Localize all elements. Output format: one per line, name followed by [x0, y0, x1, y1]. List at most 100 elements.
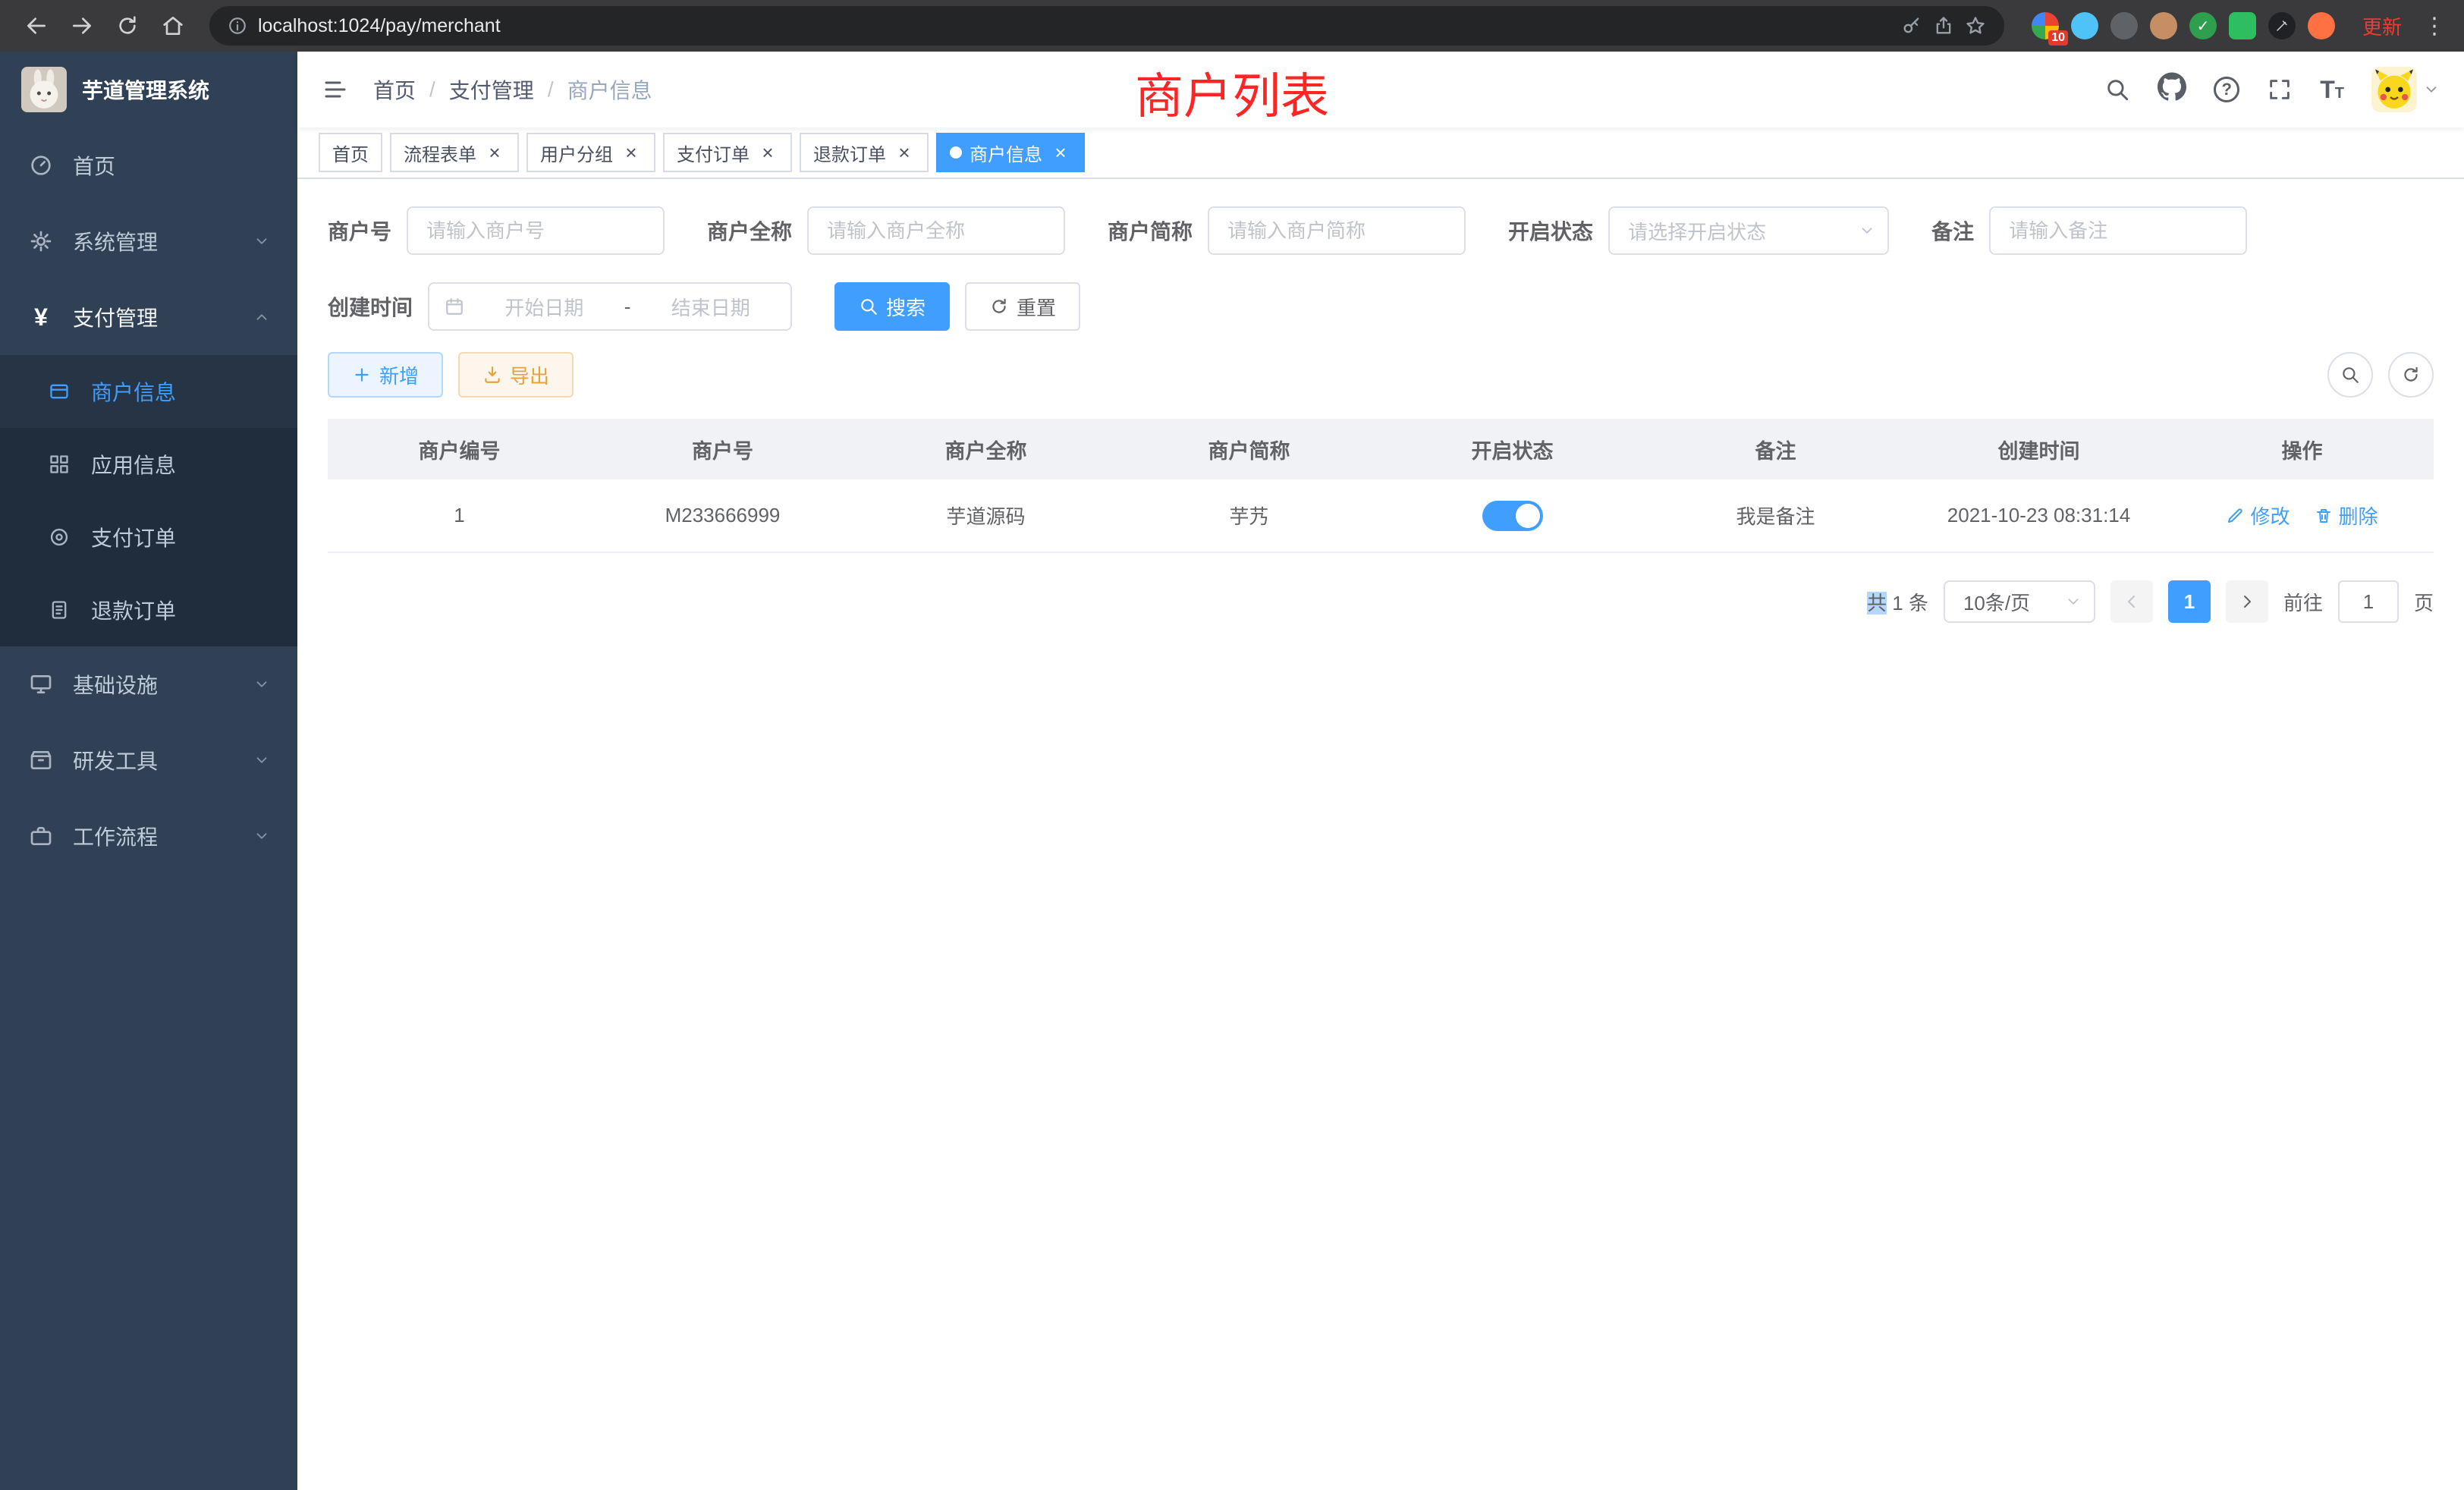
browser-update-button[interactable]: 更新: [2362, 12, 2402, 40]
date-end-placeholder: 结束日期: [646, 293, 775, 321]
sidebar-item-merchant-info[interactable]: 商户信息: [0, 355, 297, 428]
full-name-input[interactable]: [807, 206, 1065, 255]
tab-home[interactable]: 首页: [319, 133, 382, 172]
sidebar-item-pay-order[interactable]: 支付订单: [0, 501, 297, 574]
search-icon[interactable]: [2104, 77, 2130, 102]
remark-input[interactable]: [1989, 206, 2247, 255]
breadcrumb-payment[interactable]: 支付管理: [449, 74, 534, 105]
app-logo[interactable]: 芋道管理系统: [0, 52, 297, 127]
total-count-rest: 1 条: [1887, 592, 1928, 615]
breadcrumb-current: 商户信息: [567, 74, 652, 105]
browser-back-button[interactable]: [15, 5, 58, 47]
reset-button-label: 重置: [1017, 293, 1056, 321]
delete-link[interactable]: 删除: [2315, 501, 2378, 530]
merchant-no-input[interactable]: [407, 206, 665, 255]
cell-create-time: 2021-10-23 08:31:14: [1907, 479, 2170, 552]
export-button[interactable]: 导出: [458, 352, 574, 398]
chevron-down-icon: [253, 828, 270, 844]
tab-refund-order[interactable]: 退款订单 ×: [800, 133, 929, 172]
extension-avatar-icon[interactable]: [2150, 12, 2177, 39]
tab-process-form[interactable]: 流程表单 ×: [390, 133, 519, 172]
sidebar-item-dev-tools[interactable]: 研发工具: [0, 722, 297, 798]
search-button[interactable]: 搜索: [834, 282, 950, 331]
page-size-select[interactable]: 10条/页: [1944, 580, 2095, 623]
create-time-range-picker[interactable]: 开始日期 - 结束日期: [428, 282, 792, 331]
status-toggle[interactable]: [1482, 501, 1543, 531]
close-icon[interactable]: ×: [1050, 142, 1071, 163]
chevron-down-icon: [1859, 222, 1875, 239]
tab-user-group[interactable]: 用户分组 ×: [526, 133, 655, 172]
sidebar-item-refund-order[interactable]: 退款订单: [0, 574, 297, 646]
prev-page-button[interactable]: [2110, 580, 2153, 623]
close-icon[interactable]: ×: [621, 142, 642, 163]
pagination: 共 1 条 10条/页 1 前往 页: [297, 553, 2464, 623]
tab-label: 商户信息: [970, 140, 1042, 166]
browser-toolbar: localhost:1024/pay/merchant 10 ✓ 更新 ⋮: [0, 0, 2464, 52]
site-info-icon[interactable]: [228, 16, 247, 36]
main-content: 首页 / 支付管理 / 商户信息 ? TT: [297, 52, 2464, 1490]
status-select[interactable]: 请选择开启状态: [1608, 206, 1889, 255]
browser-home-button[interactable]: [152, 5, 194, 47]
share-icon[interactable]: [1933, 15, 1954, 36]
next-page-button[interactable]: [2226, 580, 2268, 623]
chevron-up-icon: [253, 309, 270, 325]
extension-green-square-icon[interactable]: [2229, 12, 2256, 39]
bookmark-star-icon[interactable]: [1965, 15, 1986, 36]
tab-merchant-info[interactable]: 商户信息 ×: [936, 133, 1085, 172]
col-remark: 备注: [1644, 419, 1907, 479]
close-icon[interactable]: ×: [484, 142, 505, 163]
sidebar-item-system[interactable]: 系统管理: [0, 203, 297, 279]
hamburger-icon[interactable]: [322, 76, 349, 103]
close-icon[interactable]: ×: [894, 142, 915, 163]
user-avatar-menu[interactable]: [2371, 67, 2440, 112]
sidebar: 芋道管理系统 首页 系统管理 ¥ 支付管理: [0, 52, 297, 1490]
browser-reload-button[interactable]: [106, 5, 149, 47]
document-icon: [46, 599, 73, 621]
tab-label: 用户分组: [540, 140, 613, 166]
close-icon[interactable]: ×: [757, 142, 778, 163]
extension-orange-icon[interactable]: [2308, 12, 2335, 39]
sidebar-item-label: 退款订单: [91, 595, 176, 625]
extension-colorful-icon[interactable]: 10: [2032, 12, 2059, 39]
goto-label: 前往: [2283, 588, 2323, 616]
dashboard-icon: [27, 153, 55, 178]
extension-gray-icon[interactable]: [2110, 12, 2138, 39]
tab-label: 流程表单: [404, 140, 476, 166]
password-key-icon[interactable]: [1901, 15, 1922, 36]
breadcrumb-home[interactable]: 首页: [373, 74, 416, 105]
sidebar-item-payment[interactable]: ¥ 支付管理: [0, 279, 297, 355]
extension-blue-icon[interactable]: [2071, 12, 2098, 39]
refresh-button[interactable]: [2388, 352, 2434, 398]
browser-menu-icon[interactable]: ⋮: [2423, 13, 2446, 39]
github-icon[interactable]: [2158, 72, 2186, 107]
fullscreen-icon[interactable]: [2267, 77, 2293, 102]
app-window: 芋道管理系统 首页 系统管理 ¥ 支付管理: [0, 52, 2464, 1490]
goto-page-input[interactable]: [2338, 580, 2399, 623]
col-merchant-no: 商户号: [591, 419, 854, 479]
sidebar-item-workflow[interactable]: 工作流程: [0, 798, 297, 874]
search-form: 商户号 商户全称 商户简称 开启状态 请选择开启状态: [297, 179, 2464, 352]
tab-label: 首页: [332, 140, 369, 166]
reset-button[interactable]: 重置: [965, 282, 1080, 331]
date-start-placeholder: 开始日期: [479, 293, 609, 321]
edit-link[interactable]: 修改: [2226, 501, 2290, 530]
tab-pay-order[interactable]: 支付订单 ×: [663, 133, 792, 172]
table-header-row: 商户编号 商户号 商户全称 商户简称 开启状态 备注 创建时间 操作: [328, 419, 2434, 479]
toggle-search-button[interactable]: [2327, 352, 2373, 398]
navbar-actions: ? TT: [2104, 67, 2440, 112]
delete-link-label: 删除: [2339, 501, 2378, 530]
extension-pin-icon[interactable]: [2268, 12, 2296, 39]
page-size-value: 10条/页: [1963, 588, 2030, 616]
page-1-button[interactable]: 1: [2168, 580, 2211, 623]
sidebar-item-app-info[interactable]: 应用信息: [0, 428, 297, 501]
help-icon[interactable]: ?: [2214, 77, 2239, 102]
user-avatar: [2371, 67, 2417, 112]
sidebar-item-infrastructure[interactable]: 基础设施: [0, 646, 297, 722]
browser-forward-button[interactable]: [61, 5, 103, 47]
sidebar-item-home[interactable]: 首页: [0, 127, 297, 203]
short-name-input[interactable]: [1208, 206, 1466, 255]
extension-green-check-icon[interactable]: ✓: [2189, 12, 2217, 39]
address-bar[interactable]: localhost:1024/pay/merchant: [209, 6, 2004, 46]
add-button[interactable]: 新增: [328, 352, 443, 398]
font-size-icon[interactable]: TT: [2320, 77, 2344, 102]
